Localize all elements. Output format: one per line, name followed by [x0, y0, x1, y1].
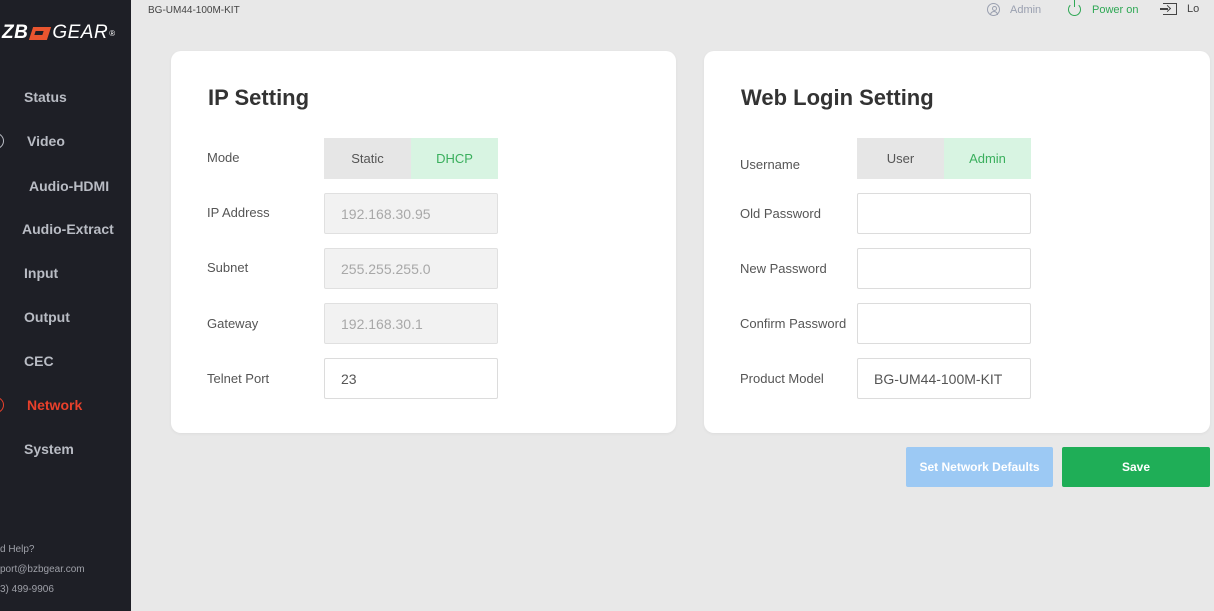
logo-text-left: ZB	[2, 22, 29, 43]
admin-user-label: Admin	[1010, 3, 1042, 16]
web-login-title: Web Login Setting	[741, 85, 934, 110]
sidebar-item-status[interactable]: Status	[0, 82, 131, 112]
sidebar: ZB GEAR ® Status Video Audio-HDMI Audio-…	[0, 0, 131, 611]
power-button[interactable]: Power on	[1068, 0, 1139, 16]
old-password-label: Old Password	[740, 206, 821, 221]
power-label: Power on	[1092, 3, 1139, 16]
web-login-panel: Web Login Setting Username User Admin Ol…	[704, 51, 1210, 433]
logo-mark-icon	[29, 26, 51, 41]
sidebar-item-video[interactable]: Video	[0, 126, 131, 156]
logo-text-right: GEAR	[52, 22, 109, 43]
subnet-label: Subnet	[207, 260, 249, 275]
ip-address-field[interactable]: 192.168.30.95	[324, 193, 498, 234]
sidebar-item-cec[interactable]: CEC	[0, 346, 131, 376]
new-password-field[interactable]	[857, 248, 1031, 289]
sidebar-item-label: Output	[24, 309, 70, 325]
logout-button[interactable]: Lo	[1160, 3, 1200, 15]
brand-logo: ZB GEAR ®	[2, 22, 116, 44]
new-password-label: New Password	[740, 261, 827, 276]
sidebar-item-system[interactable]: System	[0, 434, 131, 464]
telnet-port-label: Telnet Port	[207, 371, 270, 386]
product-model-field[interactable]: BG-UM44-100M-KIT	[857, 358, 1031, 399]
confirm-password-field[interactable]	[857, 303, 1031, 344]
sidebar-item-label: System	[24, 441, 74, 457]
logo-registered: ®	[109, 28, 116, 38]
logout-icon	[1160, 3, 1177, 15]
user-icon	[987, 3, 1000, 16]
confirm-password-label: Confirm Password	[740, 316, 847, 331]
help-info: d Help? port@bzbgear.com 3) 499-9906	[0, 540, 85, 600]
product-model-label: Product Model	[740, 371, 824, 386]
mode-dhcp-option[interactable]: DHCP	[411, 138, 498, 179]
device-model-label: BG-UM44-100M-KIT	[148, 5, 240, 16]
telnet-port-field[interactable]: 23	[324, 358, 498, 399]
sidebar-item-audio-hdmi[interactable]: Audio-HDMI	[0, 171, 131, 201]
sidebar-item-network[interactable]: Network	[0, 390, 131, 420]
sidebar-item-label: CEC	[24, 353, 54, 369]
username-toggle: User Admin	[857, 138, 1031, 179]
power-icon	[1068, 0, 1081, 16]
sidebar-item-label: Status	[24, 89, 67, 105]
old-password-field[interactable]	[857, 193, 1031, 234]
set-network-defaults-button[interactable]: Set Network Defaults	[906, 447, 1053, 487]
ip-setting-title: IP Setting	[208, 85, 310, 110]
sidebar-item-input[interactable]: Input	[0, 258, 131, 288]
mode-toggle: Static DHCP	[324, 138, 498, 179]
subnet-field[interactable]: 255.255.255.0	[324, 248, 498, 289]
logout-label: Lo	[1187, 3, 1200, 15]
username-user-option[interactable]: User	[857, 138, 944, 179]
sidebar-item-label: Audio-Extract	[22, 221, 114, 237]
sidebar-item-label: Audio-HDMI	[29, 178, 110, 194]
sidebar-item-audio-extract[interactable]: Audio-Extract	[0, 214, 131, 244]
save-button[interactable]: Save	[1062, 447, 1210, 487]
expand-indicator-icon	[0, 133, 4, 149]
ip-address-label: IP Address	[207, 205, 270, 220]
admin-user[interactable]: Admin	[987, 3, 1041, 16]
gateway-label: Gateway	[207, 316, 259, 331]
sidebar-item-output[interactable]: Output	[0, 302, 131, 332]
ip-setting-panel: IP Setting Mode Static DHCP IP Address 1…	[171, 51, 676, 433]
support-email-link[interactable]: port@bzbgear.com	[0, 560, 85, 580]
mode-label: Mode	[207, 150, 240, 165]
sidebar-item-label: Video	[27, 133, 65, 149]
help-title: d Help?	[0, 544, 35, 555]
username-admin-option[interactable]: Admin	[944, 138, 1031, 179]
expand-indicator-icon	[0, 397, 4, 413]
top-bar: BG-UM44-100M-KIT Admin Power on Lo	[131, 0, 1214, 26]
sidebar-item-label: Input	[24, 265, 59, 281]
mode-static-option[interactable]: Static	[324, 138, 411, 179]
sidebar-item-label: Network	[27, 397, 83, 413]
username-label: Username	[740, 157, 800, 172]
gateway-field[interactable]: 192.168.30.1	[324, 303, 498, 344]
support-phone: 3) 499-9906	[0, 584, 54, 595]
